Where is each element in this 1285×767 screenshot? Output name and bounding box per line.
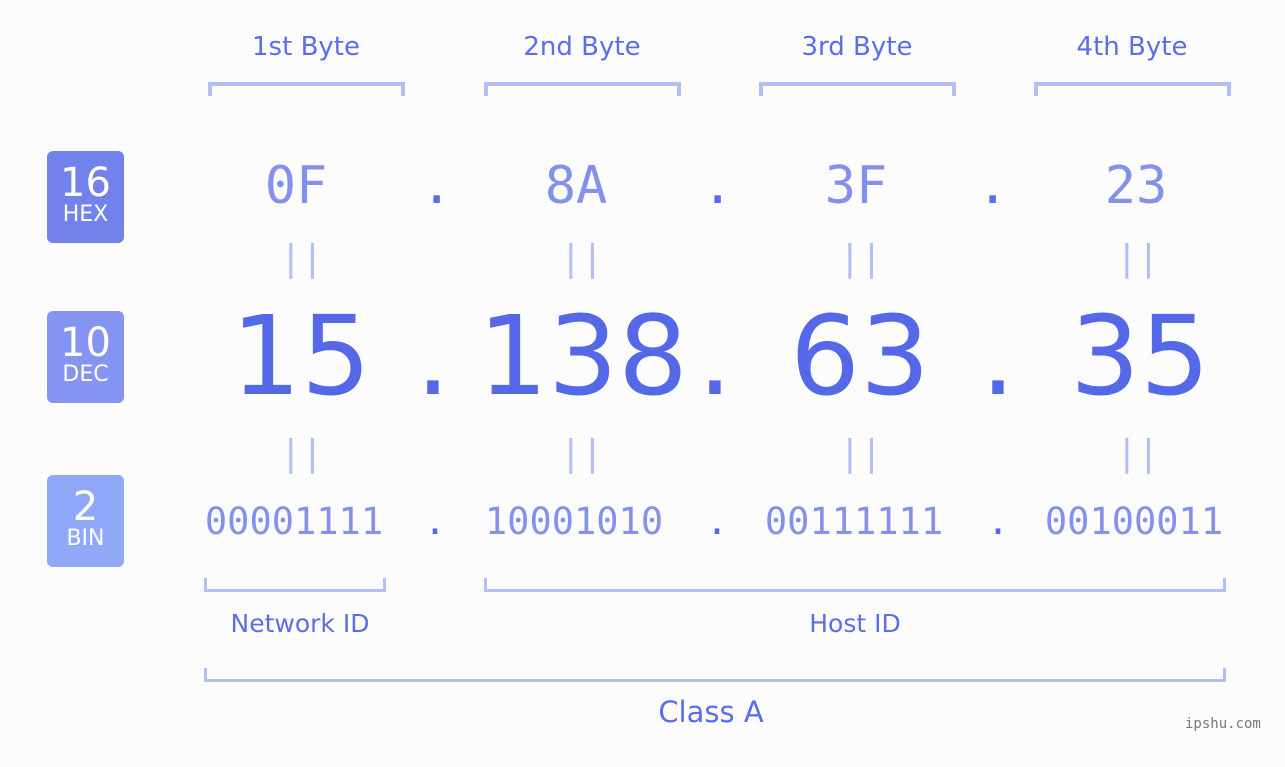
bin-label: BIN <box>66 526 105 551</box>
dec-label: DEC <box>62 362 109 387</box>
class-label: Class A <box>658 695 764 729</box>
bin-badge: 2 BIN <box>47 475 124 567</box>
class-bracket <box>204 668 1226 682</box>
dec-badge: 10 DEC <box>47 311 124 403</box>
hex-byte-1: 0F <box>264 156 328 216</box>
dec-byte-3: 63 <box>790 292 930 420</box>
equals-sign: || <box>1116 433 1160 474</box>
dec-byte-1: 15 <box>231 292 371 420</box>
hex-badge: 16 HEX <box>47 151 124 243</box>
bin-dot-1: . <box>423 500 447 543</box>
bin-base: 2 <box>72 484 99 530</box>
dec-byte-4: 35 <box>1070 292 1210 420</box>
network-id-label: Network ID <box>230 609 370 638</box>
bin-byte-1: 00001111 <box>204 500 384 543</box>
byte-bracket-2 <box>484 82 681 96</box>
host-id-bracket <box>484 578 1226 592</box>
bin-dot-3: . <box>986 500 1010 543</box>
bin-dot-2: . <box>705 500 729 543</box>
equals-sign: || <box>1116 238 1160 279</box>
byte-bracket-1 <box>208 82 405 96</box>
hex-label: HEX <box>62 202 109 227</box>
hex-dot-1: . <box>421 156 453 216</box>
dec-byte-2: 138 <box>478 292 688 420</box>
byte-header-4: 4th Byte <box>1076 32 1188 62</box>
equals-sign: || <box>560 238 604 279</box>
dec-dot-1: . <box>415 292 451 420</box>
byte-bracket-4 <box>1034 82 1231 96</box>
byte-header-3: 3rd Byte <box>801 32 913 62</box>
dec-dot-3: . <box>980 292 1016 420</box>
equals-sign: || <box>280 433 324 474</box>
dec-dot-2: . <box>697 292 733 420</box>
byte-bracket-3 <box>759 82 956 96</box>
hex-base: 16 <box>60 160 111 206</box>
hex-byte-2: 8A <box>544 156 608 216</box>
equals-sign: || <box>839 238 883 279</box>
hex-dot-3: . <box>977 156 1009 216</box>
bin-byte-4: 00100011 <box>1044 500 1224 543</box>
hex-dot-2: . <box>702 156 734 216</box>
host-id-label: Host ID <box>809 609 901 638</box>
bin-byte-2: 10001010 <box>484 500 664 543</box>
equals-sign: || <box>280 238 324 279</box>
hex-byte-3: 3F <box>824 156 888 216</box>
byte-header-1: 1st Byte <box>252 32 360 62</box>
equals-sign: || <box>839 433 883 474</box>
dec-base: 10 <box>60 320 111 366</box>
equals-sign: || <box>560 433 604 474</box>
bin-byte-3: 00111111 <box>764 500 944 543</box>
network-id-bracket <box>204 578 386 592</box>
byte-header-2: 2nd Byte <box>523 32 641 62</box>
watermark: ipshu.com <box>1185 716 1261 732</box>
hex-byte-4: 23 <box>1104 156 1168 216</box>
